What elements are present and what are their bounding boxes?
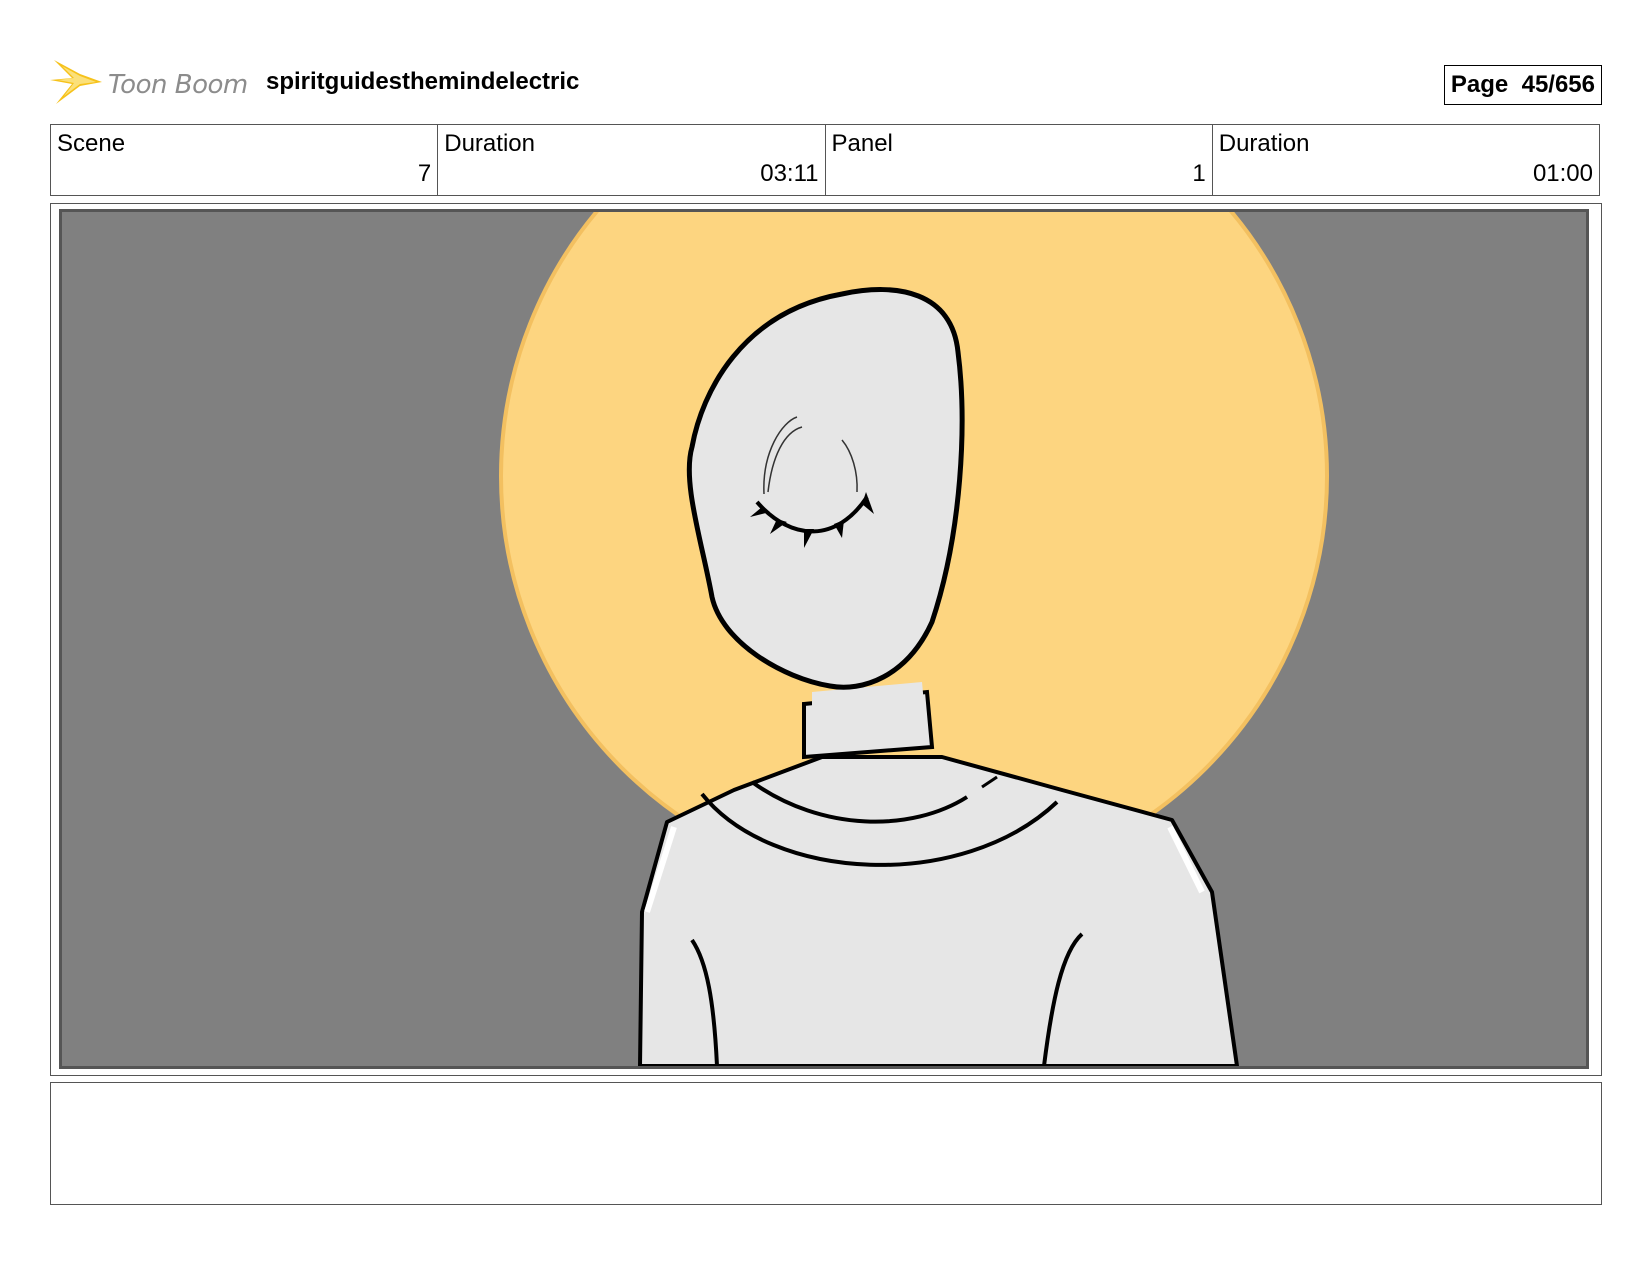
scene-label: Scene	[57, 130, 126, 157]
scene-cell: Scene 7	[51, 125, 439, 195]
scene-value: 7	[417, 160, 432, 187]
page-header: Toon Boom spiritguidesthemindelectric Pa…	[50, 52, 1602, 112]
panel-label: Panel	[831, 130, 893, 157]
page-number: 45/656	[1521, 71, 1595, 98]
toon-boom-logo: Toon Boom	[50, 56, 250, 106]
page-indicator: Page 45/656	[1443, 65, 1602, 105]
scene-info-table: Scene 7 Duration 03:11 Panel 1 Duration …	[50, 124, 1600, 196]
panel-duration-label: Duration	[1218, 130, 1310, 157]
panel-duration-cell: Duration 01:00	[1213, 125, 1599, 195]
panel-value: 1	[1192, 160, 1206, 187]
faceless-figure-illustration	[62, 212, 1586, 1066]
logo-text: Toon Boom	[108, 70, 248, 100]
panel-notes-box	[50, 1082, 1602, 1205]
project-title: spiritguidesthemindelectric	[266, 68, 580, 95]
scene-duration-label: Duration	[444, 130, 535, 157]
storyboard-panel-frame	[50, 203, 1602, 1076]
toon-boom-star-icon	[50, 60, 102, 104]
scene-duration-value: 03:11	[760, 160, 819, 187]
storyboard-panel-drawing	[59, 209, 1589, 1069]
panel-duration-value: 01:00	[1532, 160, 1593, 187]
page-label: Page	[1450, 71, 1509, 98]
scene-duration-cell: Duration 03:11	[438, 125, 826, 195]
panel-cell: Panel 1	[826, 125, 1213, 195]
